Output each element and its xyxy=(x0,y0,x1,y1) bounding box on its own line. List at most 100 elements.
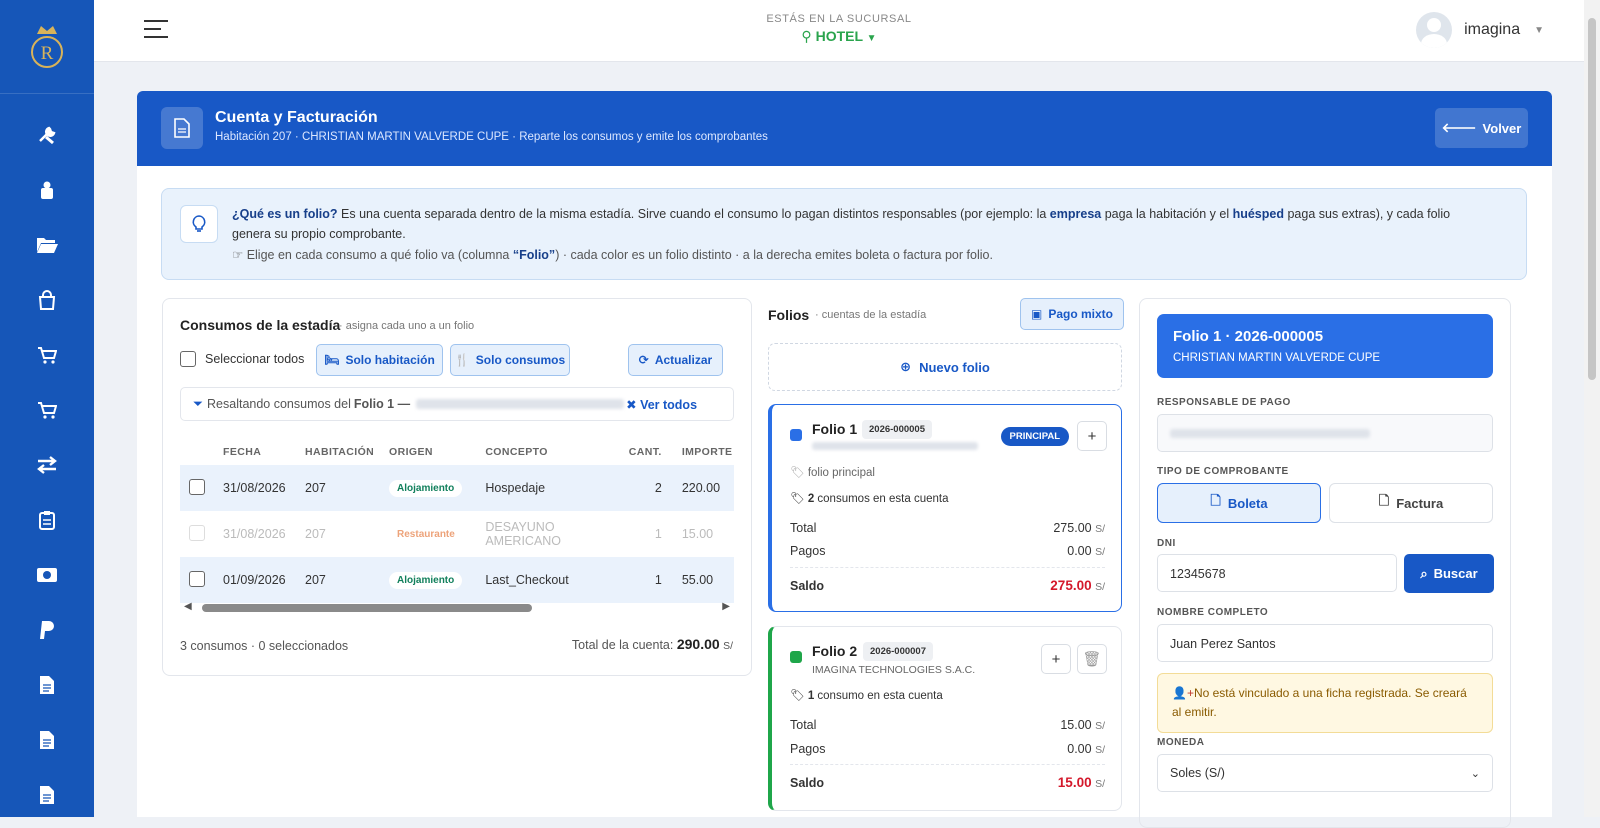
folder-open-icon[interactable] xyxy=(0,228,94,262)
payer-field[interactable] xyxy=(1157,414,1493,452)
lightbulb-icon xyxy=(180,205,218,243)
transfer-icon[interactable] xyxy=(0,448,94,482)
clipboard-icon[interactable] xyxy=(0,503,94,537)
consumptions-title: Consumos de la estadía xyxy=(180,317,341,333)
folio-payments-label: Pagos xyxy=(790,544,826,558)
row-checkbox[interactable] xyxy=(189,524,205,541)
row-checkbox[interactable] xyxy=(189,478,205,495)
plus-icon: + xyxy=(1051,650,1061,668)
search-icon: ⌕ xyxy=(1420,565,1428,581)
billing-header: Folio 1 · 2026-000005 CHRISTIAN MARTIN V… xyxy=(1157,314,1493,378)
cart-icon[interactable] xyxy=(0,393,94,427)
folio-code: 2026-000005 xyxy=(862,420,932,439)
new-folio-button[interactable]: ⊕ Nuevo folio xyxy=(768,343,1122,391)
cart-icon[interactable] xyxy=(0,338,94,372)
page-subtitle: Habitación 207 · CHRISTIAN MARTIN VALVER… xyxy=(215,131,768,143)
bed-icon: 🛏 xyxy=(324,353,340,367)
utensils-icon: 🍴 xyxy=(454,353,470,367)
folio-owner: IMAGINA TECHNOLOGIES S.A.C. xyxy=(812,664,976,676)
folio-name: Folio 2 xyxy=(812,643,858,659)
trash-icon: 🗑 xyxy=(1082,651,1102,668)
paypal-icon[interactable] xyxy=(0,613,94,647)
select-all-checkbox[interactable] xyxy=(180,351,196,367)
hotel-logo[interactable]: R xyxy=(0,0,94,94)
folio-total-value: 275.00 S/ xyxy=(1053,521,1105,535)
folio-color-dot xyxy=(790,651,802,663)
billing-panel: Folio 1 · 2026-000005 CHRISTIAN MARTIN V… xyxy=(1139,298,1511,828)
back-button[interactable]: 🡐 Volver xyxy=(1435,108,1528,148)
dni-label: DNI xyxy=(1157,538,1176,549)
tools-icon[interactable] xyxy=(0,118,94,152)
folio-payments-label: Pagos xyxy=(790,742,826,756)
filter-icon: ⏷ xyxy=(193,396,204,411)
shopping-bag-icon[interactable] xyxy=(0,283,94,317)
fullname-input[interactable]: Juan Perez Santos xyxy=(1157,624,1493,662)
select-all[interactable]: Seleccionar todos xyxy=(180,351,304,367)
add-to-folio-button[interactable]: + xyxy=(1041,644,1071,674)
document-icon[interactable] xyxy=(0,723,94,757)
bellboy-icon[interactable] xyxy=(0,173,94,207)
page-scrollbar[interactable] xyxy=(1584,0,1600,817)
money-icon[interactable] xyxy=(0,558,94,592)
plus-circle-icon: ⊕ xyxy=(900,359,912,374)
not-linked-warning: 👤+No está vinculado a una ficha registra… xyxy=(1157,673,1493,733)
refresh-button[interactable]: ⟳ Actualizar xyxy=(628,344,723,376)
consumptions-card: Consumos de la estadía · asigna cada uno… xyxy=(162,298,752,676)
table-row[interactable]: 31/08/2026 207 Restaurante DESAYUNO AMER… xyxy=(180,511,734,557)
col-concepto: CONCEPTO xyxy=(485,446,548,458)
svg-text:R: R xyxy=(41,43,54,64)
caret-down-icon: ▼ xyxy=(1534,24,1544,36)
tags-icon: 🏷 xyxy=(790,493,805,505)
page-title: Cuenta y Facturación xyxy=(215,109,378,126)
folio-tag: 🏷 folio principal xyxy=(790,467,875,479)
payer-label: RESPONSABLE DE PAGO xyxy=(1157,397,1291,408)
folio-total-label: Total xyxy=(790,718,817,732)
branch-selector[interactable]: ESTÁS EN LA SUCURSAL ⚲ HOTEL ▼ xyxy=(94,13,1584,45)
tag-icon: 🏷 xyxy=(790,467,805,479)
search-button[interactable]: ⌕ Buscar xyxy=(1404,554,1494,593)
add-to-folio-button[interactable]: + xyxy=(1077,421,1107,451)
table-row[interactable]: 31/08/2026 207 Alojamiento Hospedaje 2 2… xyxy=(180,465,734,511)
delete-folio-button[interactable]: 🗑 xyxy=(1077,644,1107,674)
dni-input[interactable]: 12345678 xyxy=(1157,554,1397,592)
currency-label: MONEDA xyxy=(1157,737,1205,748)
fullname-label: NOMBRE COMPLETO xyxy=(1157,607,1269,618)
folio-owner xyxy=(812,441,978,453)
folio-total-value: 15.00 S/ xyxy=(1060,718,1105,732)
currency-select[interactable]: Soles (S/) ⌄ xyxy=(1157,754,1493,792)
row-checkbox[interactable] xyxy=(189,570,205,587)
document-icon[interactable] xyxy=(0,668,94,702)
user-menu[interactable]: imagina ▼ xyxy=(1416,12,1544,48)
chevron-down-icon: ▼ xyxy=(866,33,877,44)
boleta-option[interactable]: 🗋 Boleta xyxy=(1157,483,1321,523)
folio-balance-label: Saldo xyxy=(790,579,825,593)
folio-card-2[interactable]: Folio 2 2026-000007 IMAGINA TECHNOLOGIES… xyxy=(768,626,1122,811)
col-cantidad: CANT. xyxy=(628,446,662,458)
avatar xyxy=(1416,12,1453,48)
voucher-type-label: TIPO DE COMPROBANTE xyxy=(1157,466,1289,477)
money-icon: ▣ xyxy=(1030,307,1043,321)
only-consumptions-button[interactable]: 🍴 Solo consumos xyxy=(450,344,570,376)
user-plus-icon: 👤+ xyxy=(1172,686,1194,700)
file-icon: 🗋 xyxy=(1378,493,1390,508)
scroll-right-icon[interactable]: ▶ xyxy=(722,601,730,612)
billing-folio-owner: CHRISTIAN MARTIN VALVERDE CUPE xyxy=(1173,352,1381,364)
mixed-payment-button[interactable]: ▣ Pago mixto xyxy=(1020,298,1124,330)
account-total: Total de la cuenta: 290.00 S/ xyxy=(571,636,733,652)
only-room-button[interactable]: 🛏 Solo habitación xyxy=(316,344,443,376)
scroll-left-icon[interactable]: ◀ xyxy=(184,601,192,612)
chevron-down-icon: ⌄ xyxy=(1470,767,1480,780)
factura-option[interactable]: 🗋 Factura xyxy=(1329,483,1493,523)
folio-payments-value: 0.00 S/ xyxy=(1067,742,1105,756)
folio-count: 🏷 1 consumo en esta cuenta xyxy=(790,690,943,702)
table-scrollbar[interactable]: ◀ ▶ xyxy=(180,601,734,615)
redacted-name xyxy=(416,399,625,409)
arrow-left-icon: 🡐 xyxy=(1441,120,1477,135)
document-icon[interactable] xyxy=(0,778,94,812)
folio-explanation: ¿Qué es un folio? Es una cuenta separada… xyxy=(232,207,1451,241)
table-row[interactable]: 01/09/2026 207 Alojamiento Last_Checkout… xyxy=(180,557,734,603)
folio-card-1[interactable]: Folio 1 2026-000005 PRINCIPAL + 🏷 folio … xyxy=(768,404,1122,612)
col-fecha: FECHA xyxy=(223,446,262,458)
col-importe: IMPORTE xyxy=(681,446,733,458)
show-all-link[interactable]: ✖ Ver todos xyxy=(626,397,697,412)
